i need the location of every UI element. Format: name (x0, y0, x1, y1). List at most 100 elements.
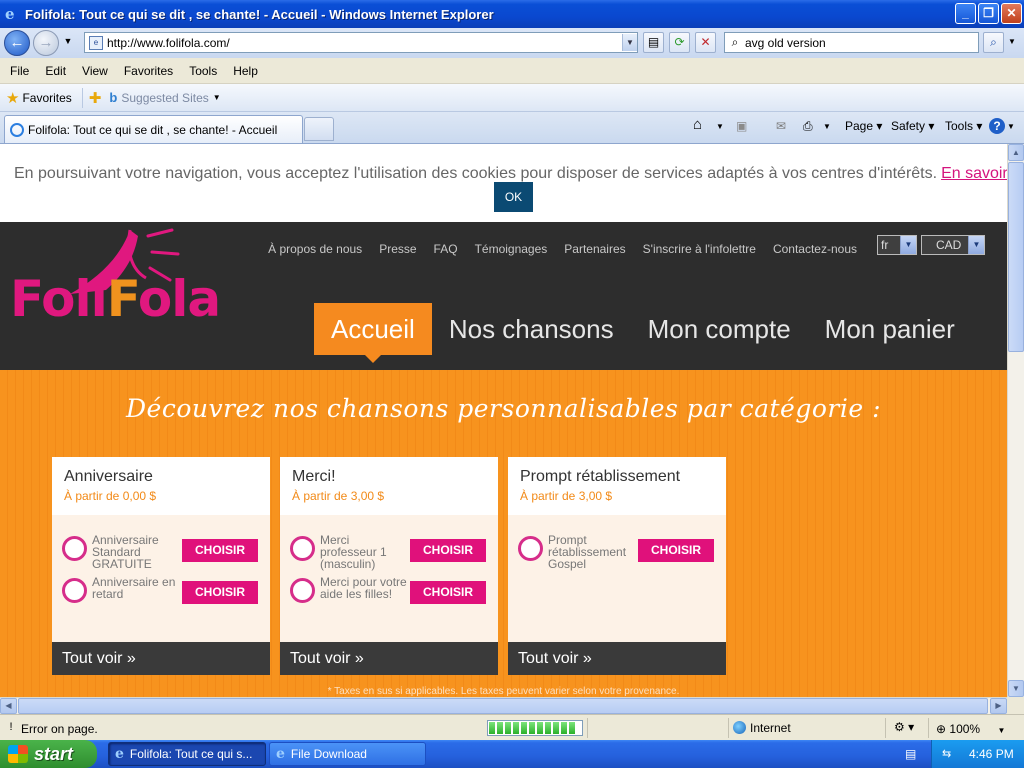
tab-label: Folifola: Tout ce qui se dit , se chante… (28, 122, 278, 137)
category-name[interactable]: Merci! (292, 468, 336, 486)
choose-button[interactable]: CHOISIR (410, 581, 486, 604)
stop-icon[interactable]: ✕ (695, 32, 716, 53)
cookie-ok-button[interactable]: OK (494, 182, 533, 212)
home-icon[interactable]: ⌂ (693, 116, 702, 133)
nav-mon-panier[interactable]: Mon panier (808, 303, 972, 355)
category-name[interactable]: Anniversaire (64, 468, 153, 486)
clock[interactable]: 4:46 PM (969, 747, 1014, 761)
compatibility-view-icon[interactable]: ▤ (643, 32, 664, 53)
choose-button[interactable]: CHOISIR (182, 581, 258, 604)
horizontal-scrollbar[interactable]: ◀ ▶ (0, 697, 1007, 714)
read-mail-icon[interactable]: ✉ (776, 119, 786, 133)
horizontal-scroll-thumb[interactable] (18, 698, 988, 714)
zoom-dropdown-icon[interactable]: ▼ (997, 726, 1005, 735)
feeds-icon[interactable]: ▣ (736, 119, 747, 133)
choose-button[interactable]: CHOISIR (182, 539, 258, 562)
print-dropdown-icon[interactable]: ▼ (823, 122, 831, 131)
song-name: Merci professeur 1 (masculin) (320, 533, 387, 571)
print-icon[interactable]: ⎙ (803, 119, 813, 134)
song-radio[interactable] (290, 578, 315, 603)
menu-edit[interactable]: Edit (37, 64, 74, 78)
windows-flag-icon (8, 745, 28, 763)
address-dropdown-icon[interactable]: ▼ (622, 34, 637, 51)
menu-favorites[interactable]: Favorites (116, 64, 181, 78)
scroll-down-icon[interactable]: ▼ (1008, 680, 1024, 697)
page-menu[interactable]: Page ▾ (845, 119, 882, 133)
page-icon: e (89, 35, 103, 50)
favorites-button[interactable]: Favorites (22, 91, 71, 105)
song-radio[interactable] (62, 578, 87, 603)
see-all-link[interactable]: Tout voir » (62, 650, 136, 668)
safety-menu[interactable]: Safety ▾ (891, 119, 934, 133)
address-bar[interactable]: e http://www.folifola.com/ ▼ (84, 32, 638, 53)
menu-help[interactable]: Help (225, 64, 266, 78)
vertical-scrollbar[interactable]: ▲ ▼ (1007, 144, 1024, 697)
vertical-scroll-thumb[interactable] (1008, 162, 1024, 352)
link-a-propos[interactable]: À propos de nous (268, 242, 362, 256)
currency-select[interactable]: CAD ▼ (921, 235, 985, 255)
zoom-level[interactable]: ⊕ 100% ▼ (936, 722, 1005, 736)
link-partenaires[interactable]: Partenaires (564, 242, 625, 256)
cookie-more-link[interactable]: En savoir plu (941, 165, 1007, 182)
address-url[interactable]: http://www.folifola.com/ (107, 36, 622, 50)
song-radio[interactable] (290, 536, 315, 561)
network-icon[interactable]: ⇆ (942, 747, 958, 760)
link-temoignages[interactable]: Témoignages (475, 242, 548, 256)
protected-mode-icon[interactable]: ⚙ ▾ (894, 720, 914, 734)
favorites-star-icon[interactable]: ★ (6, 89, 19, 107)
new-tab-button[interactable] (304, 117, 334, 141)
suggested-sites-button[interactable]: Suggested Sites (121, 91, 208, 105)
scroll-left-icon[interactable]: ◀ (0, 698, 17, 714)
link-faq[interactable]: FAQ (434, 242, 458, 256)
choose-button[interactable]: CHOISIR (638, 539, 714, 562)
search-value[interactable]: avg old version (743, 36, 826, 50)
menu-tools[interactable]: Tools (181, 64, 225, 78)
nav-accueil[interactable]: Accueil (314, 303, 432, 363)
song-item: Prompt rétablissement Gospel CHOISIR (518, 534, 718, 574)
keyboard-icon[interactable]: ▤ (905, 747, 916, 761)
search-options-dropdown[interactable]: ▼ (1005, 32, 1019, 53)
forward-button[interactable]: → (33, 30, 59, 56)
close-button[interactable]: ✕ (1001, 3, 1022, 24)
help-dropdown-icon[interactable]: ▼ (1007, 122, 1015, 131)
site-logo[interactable]: FoliFola (10, 274, 221, 324)
search-icon[interactable]: ⌕ (983, 32, 1004, 53)
add-favorites-icon[interactable]: ✚ (89, 89, 102, 107)
maximize-button[interactable]: ❐ (978, 3, 999, 24)
tools-menu[interactable]: Tools ▾ (945, 119, 982, 133)
song-radio[interactable] (518, 536, 543, 561)
category-name[interactable]: Prompt rétablissement (520, 468, 680, 486)
choose-button[interactable]: CHOISIR (410, 539, 486, 562)
see-all-link[interactable]: Tout voir » (518, 650, 592, 668)
nav-nos-chansons[interactable]: Nos chansons (432, 303, 631, 355)
back-button[interactable]: ← (4, 30, 30, 56)
help-icon[interactable]: ? (989, 118, 1005, 134)
link-infolettre[interactable]: S'inscrire à l'infolettre (643, 242, 756, 256)
menu-view[interactable]: View (74, 64, 116, 78)
see-all-bar[interactable]: Tout voir » (280, 642, 498, 675)
see-all-bar[interactable]: Tout voir » (52, 642, 270, 675)
link-contact[interactable]: Contactez-nous (773, 242, 857, 256)
status-text[interactable]: Error on page. (21, 722, 98, 736)
language-select[interactable]: fr ▼ (877, 235, 917, 255)
taskbar-item-ie[interactable]: e Folifola: Tout ce qui s... (108, 742, 266, 766)
see-all-bar[interactable]: Tout voir » (508, 642, 726, 675)
refresh-icon[interactable]: ⟳ (669, 32, 690, 53)
suggested-sites-dropdown-icon[interactable]: ▼ (213, 93, 221, 102)
menu-file[interactable]: File (0, 64, 37, 78)
scroll-right-icon[interactable]: ▶ (990, 698, 1007, 714)
link-presse[interactable]: Presse (379, 242, 416, 256)
search-field[interactable]: ⌕ avg old version (724, 32, 979, 53)
warning-icon[interactable]: ! (4, 721, 18, 734)
start-button[interactable]: start (0, 740, 97, 768)
security-zone[interactable]: Internet (733, 721, 791, 735)
recent-pages-dropdown[interactable]: ▼ (61, 32, 75, 53)
minimize-button[interactable]: _ (955, 3, 976, 24)
song-radio[interactable] (62, 536, 87, 561)
see-all-link[interactable]: Tout voir » (290, 650, 364, 668)
tab-folifola[interactable]: Folifola: Tout ce qui se dit , se chante… (4, 115, 303, 143)
scroll-up-icon[interactable]: ▲ (1008, 144, 1024, 161)
taskbar-item-download[interactable]: e File Download (269, 742, 426, 766)
nav-mon-compte[interactable]: Mon compte (631, 303, 808, 355)
home-dropdown-icon[interactable]: ▼ (716, 122, 724, 131)
